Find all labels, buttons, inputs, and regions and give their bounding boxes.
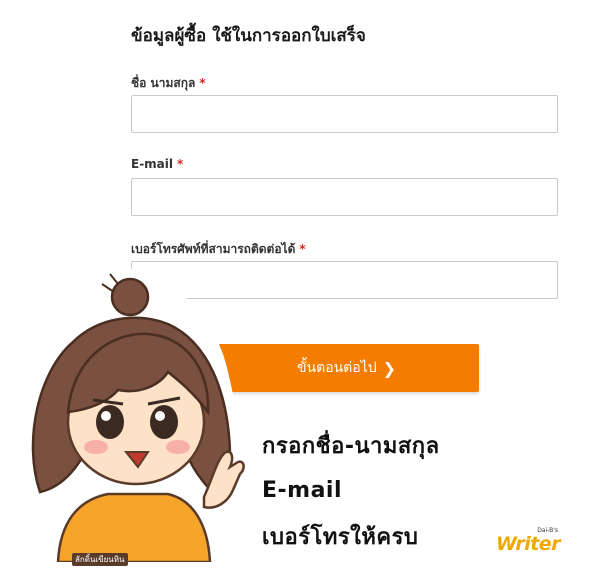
caption-line-2: E-mail xyxy=(262,478,343,503)
required-mark: * xyxy=(299,242,306,256)
writer-logo: Dai-B's Writer xyxy=(496,527,564,555)
phone-label-text: เบอร์โทรศัพท์ที่สามารถติดต่อได้ xyxy=(131,242,296,256)
name-label-text: ชื่อ นามสกุล xyxy=(131,76,196,90)
chevron-right-icon: ❯ xyxy=(382,358,397,378)
name-field-label: ชื่อ นามสกุล * xyxy=(131,74,206,93)
email-label-text: E-mail xyxy=(131,157,174,171)
form-title: ข้อมูลผู้ซื้อ ใช้ในการออกใบเสร็จ xyxy=(131,26,366,46)
required-mark: * xyxy=(177,157,184,171)
email-input[interactable] xyxy=(131,178,558,216)
caption-line-3: เบอร์โทรให้ครบ xyxy=(262,525,419,550)
logo-word: Writer xyxy=(496,533,561,555)
required-mark: * xyxy=(199,76,206,90)
phone-field-label: เบอร์โทรศัพท์ที่สามารถติดต่อได้ * xyxy=(131,240,306,259)
next-step-label: ขั้นตอนต่อไป xyxy=(296,360,377,376)
full-name-input[interactable] xyxy=(131,95,558,133)
watermark-text: ลักดิ้นเขียนหิน xyxy=(72,553,128,566)
caption-line-1: กรอกชื่อ-นามสกุล xyxy=(262,434,440,459)
mascot-girl-illustration xyxy=(28,268,254,562)
email-field-label: E-mail * xyxy=(131,157,183,171)
